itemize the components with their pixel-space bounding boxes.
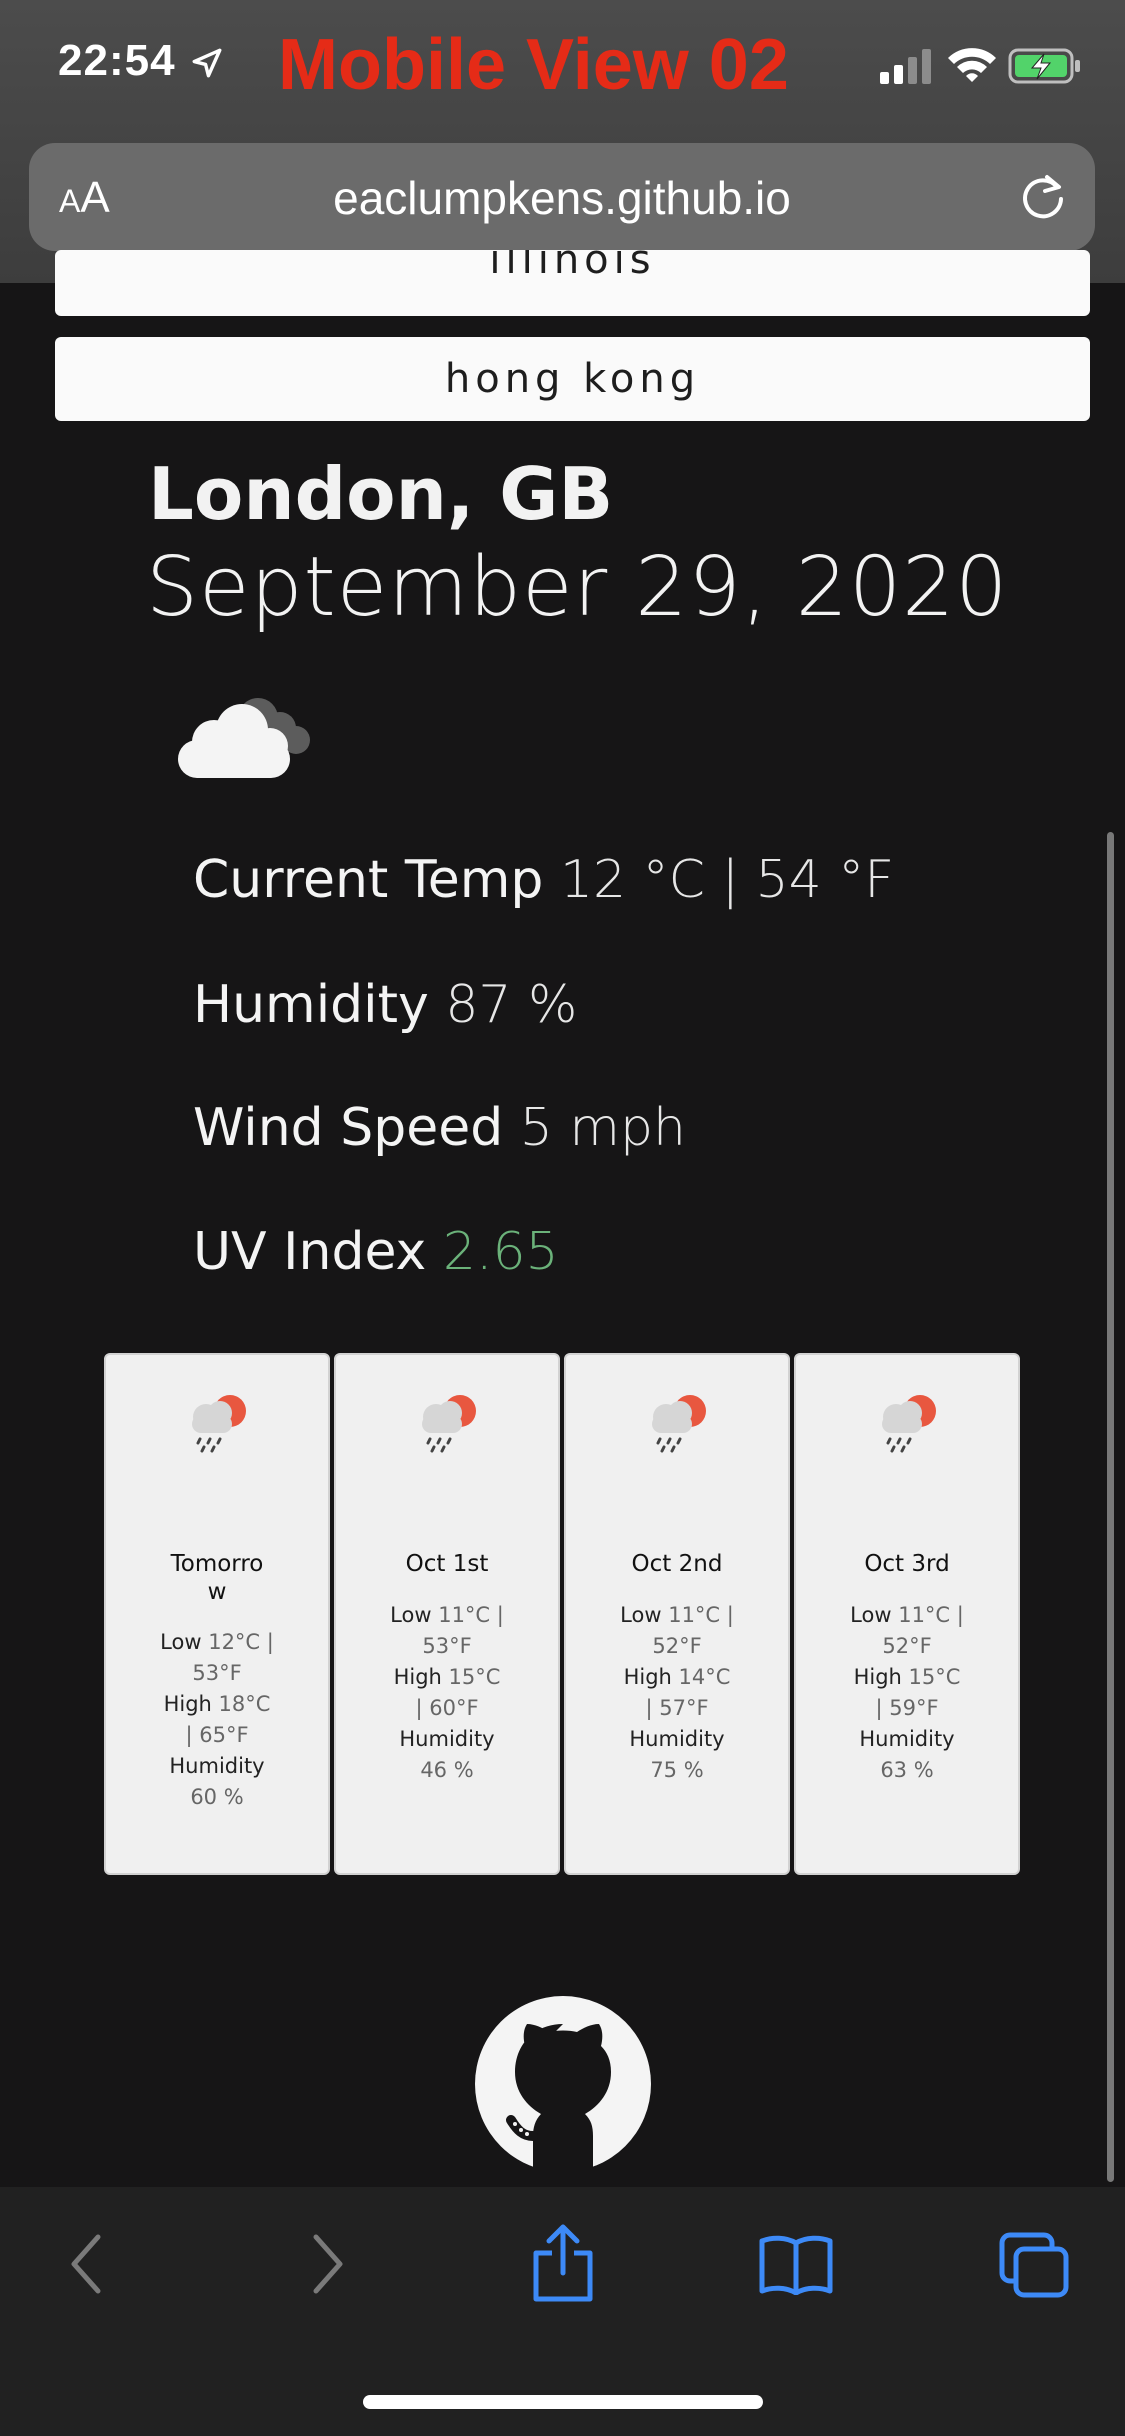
overlay-title: Mobile View 02: [278, 25, 789, 105]
github-icon[interactable]: [475, 1996, 651, 2172]
status-time: 22:54: [58, 36, 176, 85]
forecast-details: Low 11°C | 52°F High 15°C | 59°F Humidit…: [850, 1603, 964, 1782]
browser-top-chrome: 22:54 Mobile View 02 AA eaclumpkens.gith…: [0, 0, 1125, 283]
back-arrow-icon[interactable]: [64, 2231, 108, 2297]
cloudy-icon: [178, 698, 310, 778]
humidity-value: 87 %: [445, 975, 578, 1035]
wifi-icon: [948, 48, 996, 82]
uv-index-row: UV Index 2.65: [193, 1222, 559, 1282]
address-bar[interactable]: AA eaclumpkens.github.io: [29, 143, 1095, 251]
wind-speed-row: Wind Speed 5 mph: [193, 1098, 686, 1158]
forecast-card: Oct 1st Low 11°C | 53°F High 15°C | 60°F…: [334, 1353, 560, 1875]
page-scrollbar[interactable]: [1107, 832, 1114, 2182]
rain-sun-icon: [652, 1395, 706, 1453]
url-text[interactable]: eaclumpkens.github.io: [29, 171, 1095, 225]
forward-arrow-icon[interactable]: [306, 2231, 350, 2297]
reload-icon[interactable]: [1017, 171, 1069, 223]
location-arrow-icon: [192, 48, 222, 78]
wind-speed-value: 5 mph: [519, 1098, 686, 1158]
current-temp-row: Current Temp 12 °C | 54 °F: [193, 850, 895, 910]
uv-index-value: 2.65: [442, 1222, 559, 1282]
forecast-card: Oct 2nd Low 11°C | 52°F High 14°C | 57°F…: [564, 1353, 790, 1875]
humidity-row: Humidity 87 %: [193, 975, 578, 1035]
rain-sun-icon: [882, 1395, 936, 1453]
history-button-hong-kong[interactable]: hong kong: [55, 337, 1090, 421]
forecast-details: Low 11°C | 53°F High 15°C | 60°F Humidit…: [390, 1603, 504, 1782]
forecast-details: Low 11°C | 52°F High 14°C | 57°F Humidit…: [620, 1603, 734, 1782]
current-temp-value: 12 °C | 54 °F: [559, 850, 895, 910]
bookmarks-icon[interactable]: [758, 2233, 834, 2295]
rain-sun-icon: [422, 1395, 476, 1453]
cellular-signal-icon: [880, 49, 931, 84]
forecast-card: Tomorro w Low 12°C | 53°F High 18°C | 65…: [104, 1353, 330, 1875]
forecast-details: Low 12°C | 53°F High 18°C | 65°F Humidit…: [160, 1630, 274, 1809]
battery-charging-icon: [1008, 48, 1080, 84]
share-icon[interactable]: [530, 2223, 596, 2303]
forecast-card: Oct 3rd Low 11°C | 52°F High 15°C | 59°F…: [794, 1353, 1020, 1875]
forecast-row: Tomorro w Low 12°C | 53°F High 18°C | 65…: [104, 1353, 1022, 1877]
home-indicator[interactable]: [363, 2395, 763, 2409]
city-name: London, GB: [148, 452, 614, 536]
tabs-icon[interactable]: [998, 2231, 1070, 2299]
forecast-day: Oct 1st: [405, 1551, 489, 1577]
rain-sun-icon: [192, 1395, 246, 1453]
current-date: September 29, 2020: [146, 540, 1009, 635]
history-button-illinois[interactable]: illinois: [55, 250, 1090, 316]
forecast-day: Tomorro w: [170, 1551, 264, 1605]
forecast-day: Oct 3rd: [864, 1551, 950, 1577]
forecast-day: Oct 2nd: [631, 1551, 723, 1577]
